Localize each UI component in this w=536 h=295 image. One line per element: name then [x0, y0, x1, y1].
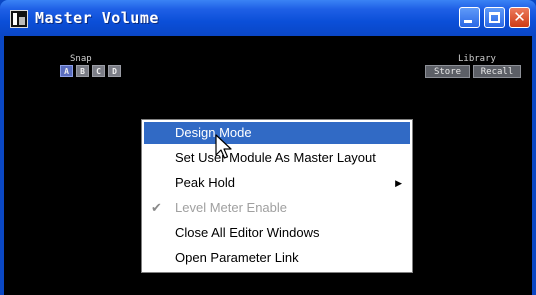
library-label: Library	[458, 54, 496, 64]
menu-item-label: Level Meter Enable	[175, 200, 288, 215]
menu-item-label: Peak Hold	[175, 175, 235, 190]
menu-item-close-all-editor-windows[interactable]: Close All Editor Windows	[144, 222, 410, 244]
snap-button-d[interactable]: D	[108, 65, 121, 77]
menu-item-label: Open Parameter Link	[175, 250, 299, 265]
menu-item-label: Set User Module As Master Layout	[175, 150, 376, 165]
menu-item-set-user-module-as-master-layout[interactable]: Set User Module As Master Layout	[144, 147, 410, 169]
menu-item-label: Close All Editor Windows	[175, 225, 320, 240]
menu-item-peak-hold[interactable]: Peak Hold ▶	[144, 172, 410, 194]
context-menu: Design Mode Set User Module As Master La…	[141, 119, 413, 273]
maximize-button[interactable]	[484, 7, 505, 28]
window-title: Master Volume	[35, 9, 159, 27]
snap-button-b[interactable]: B	[76, 65, 89, 77]
close-button[interactable]: ✕	[509, 7, 530, 28]
title-bar[interactable]: Master Volume ✕	[0, 0, 536, 36]
mouse-pointer-icon	[215, 134, 232, 159]
menu-item-design-mode[interactable]: Design Mode	[144, 122, 410, 144]
menu-item-level-meter-enable[interactable]: ✔ Level Meter Enable	[144, 197, 410, 219]
menu-item-label: Design Mode	[175, 125, 252, 140]
store-button[interactable]: Store	[425, 65, 470, 78]
minimize-button[interactable]	[459, 7, 480, 28]
app-icon[interactable]	[10, 10, 28, 28]
recall-button[interactable]: Recall	[473, 65, 521, 78]
snap-button-c[interactable]: C	[92, 65, 105, 77]
close-icon: ✕	[513, 8, 526, 26]
menu-item-open-parameter-link[interactable]: Open Parameter Link	[144, 247, 410, 269]
checkmark-icon: ✔	[151, 200, 162, 215]
snap-button-a[interactable]: A	[60, 65, 73, 77]
snap-label: Snap	[70, 54, 92, 64]
submenu-arrow-icon: ▶	[395, 178, 402, 188]
